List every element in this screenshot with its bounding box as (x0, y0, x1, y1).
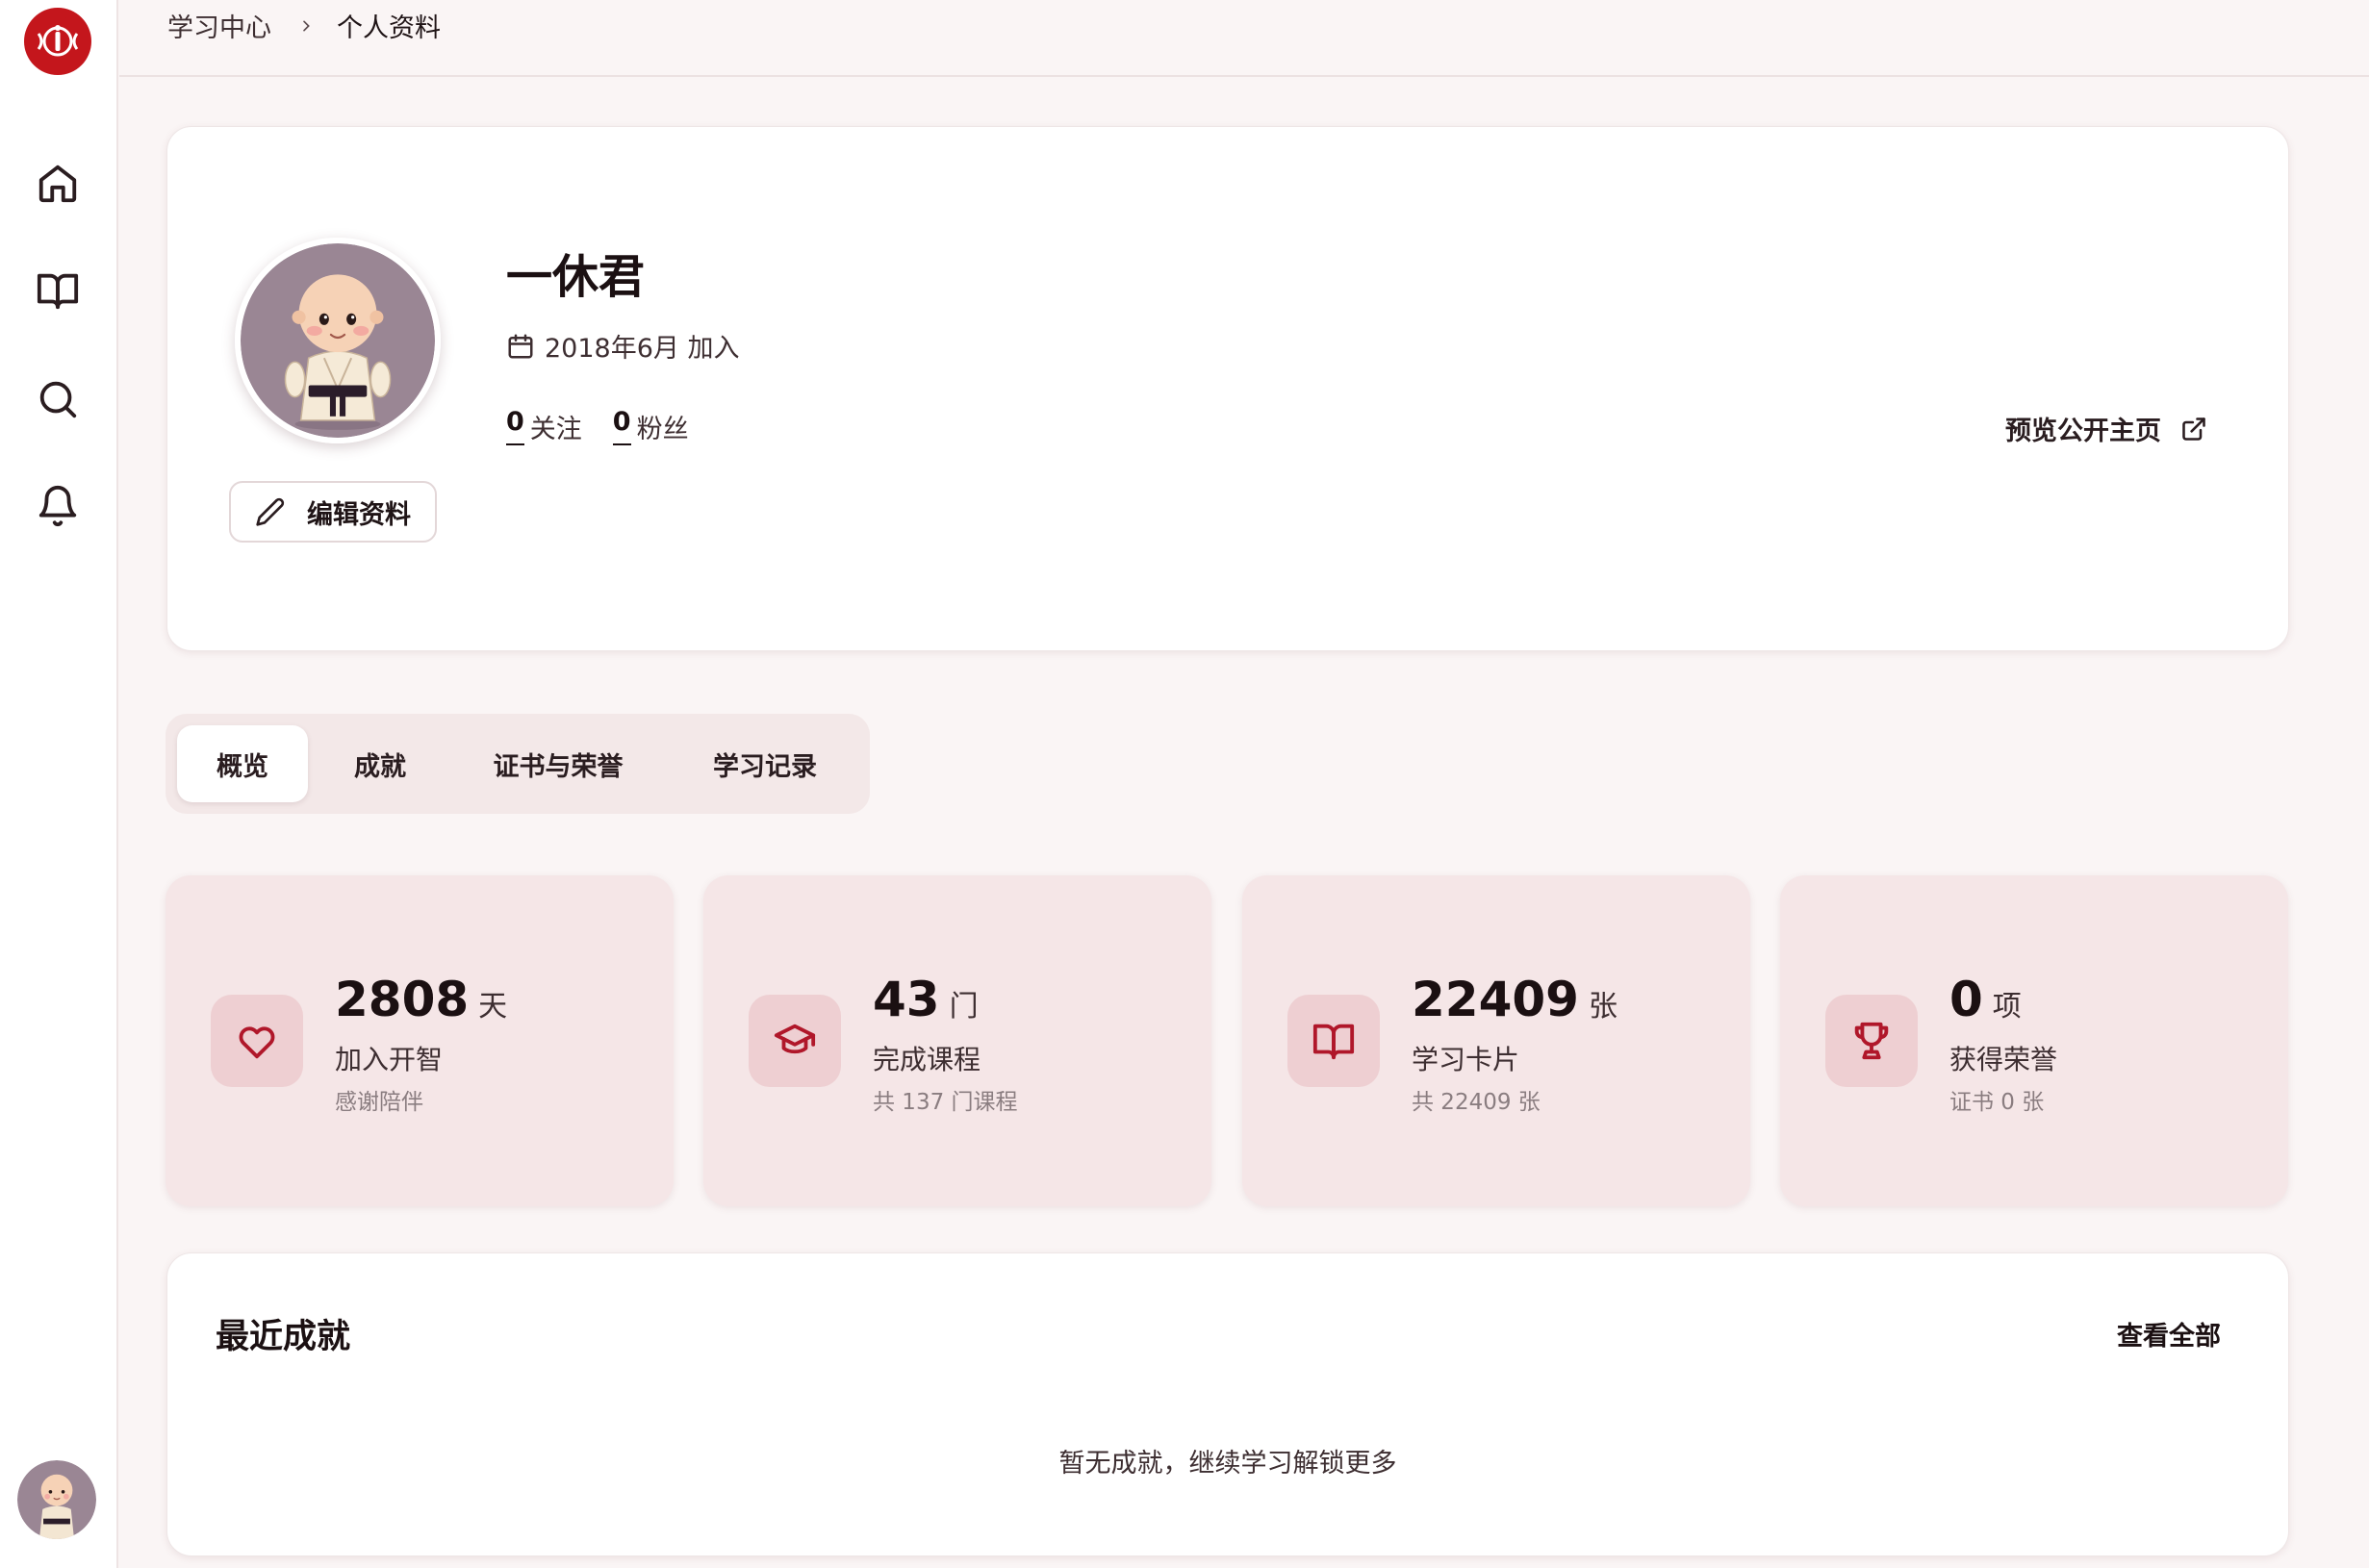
tab-certificates[interactable]: 证书与荣誉 (452, 725, 664, 802)
tab-overview[interactable]: 概览 (177, 725, 308, 802)
followers-count: 0 (612, 408, 631, 445)
following-link[interactable]: 0 关注 (506, 408, 582, 445)
stat-subtext: 共 137 门课程 (873, 1090, 1018, 1115)
edit-profile-label: 编辑资料 (307, 499, 411, 530)
profile-card: 编辑资料 一休君 2018年6月 加入 0 关注 0 粉丝 预览公开主页 (166, 126, 2289, 651)
search-icon[interactable] (27, 368, 89, 430)
profile-tabs: 概览 成就 证书与荣誉 学习记录 (166, 714, 870, 814)
top-bar: 学习中心 个人资料 (119, 0, 2369, 77)
bell-icon[interactable] (27, 475, 89, 537)
stat-value: 22409 张 (1412, 972, 1618, 1027)
following-label: 关注 (529, 415, 582, 444)
stat-card-courses: 43 门 完成课程 共 137 门课程 (703, 875, 1211, 1206)
stat-value: 43 门 (873, 972, 979, 1027)
empty-state-text: 暂无成就，继续学习解锁更多 (1058, 1449, 1397, 1479)
followers-label: 粉丝 (636, 415, 689, 444)
stat-label: 获得荣誉 (1949, 1044, 2058, 1075)
logo[interactable] (24, 8, 91, 75)
stat-subtext: 共 22409 张 (1412, 1090, 1541, 1115)
graduation-cap-icon (749, 995, 841, 1087)
stat-number: 43 (873, 972, 940, 1027)
external-link-icon (2180, 416, 2207, 443)
stat-label: 加入开智 (335, 1044, 444, 1075)
profile-avatar (235, 238, 441, 443)
user-name: 一休君 (506, 250, 646, 304)
followers-link[interactable]: 0 粉丝 (612, 408, 689, 445)
trophy-icon (1825, 995, 1918, 1087)
follow-stats: 0 关注 0 粉丝 (506, 408, 689, 445)
stat-number: 2808 (335, 972, 470, 1027)
tab-learning-records[interactable]: 学习记录 (664, 725, 866, 802)
stat-value: 0 项 (1949, 972, 2022, 1027)
chevron-right-icon (298, 18, 314, 34)
book-open-icon (1287, 995, 1380, 1087)
stat-number: 0 (1949, 972, 1983, 1027)
stat-card-honors: 0 项 获得荣誉 证书 0 张 (1780, 875, 2288, 1206)
tab-achievements[interactable]: 成就 (308, 725, 452, 802)
stat-label: 学习卡片 (1412, 1044, 1520, 1075)
home-icon[interactable] (27, 153, 89, 215)
preview-public-profile-link[interactable]: 预览公开主页 (2005, 410, 2207, 447)
stat-unit: 项 (1992, 990, 2022, 1024)
heart-icon (211, 995, 303, 1087)
stat-unit: 张 (1588, 990, 1618, 1024)
sidebar (0, 0, 118, 1568)
recent-achievements-title: 最近成就 (216, 1318, 351, 1356)
following-count: 0 (506, 408, 524, 445)
stat-subtext: 证书 0 张 (1949, 1090, 2045, 1115)
pencil-icon (255, 496, 286, 527)
book-icon[interactable] (27, 260, 89, 321)
stat-label: 完成课程 (873, 1044, 981, 1075)
breadcrumb-current: 个人资料 (337, 13, 441, 43)
edit-profile-button[interactable]: 编辑资料 (229, 481, 437, 543)
preview-label: 预览公开主页 (2005, 417, 2161, 446)
stat-card-days: 2808 天 加入开智 感谢陪伴 (166, 875, 674, 1206)
joined-date: 2018年6月 加入 (506, 327, 739, 365)
stat-unit: 天 (478, 990, 508, 1024)
stat-value: 2808 天 (335, 972, 507, 1027)
breadcrumb-root[interactable]: 学习中心 (167, 7, 271, 44)
stat-number: 22409 (1412, 972, 1579, 1027)
stat-card-cards: 22409 张 学习卡片 共 22409 张 (1242, 875, 1750, 1206)
calendar-icon (506, 332, 535, 361)
joined-text: 2018年6月 加入 (545, 334, 740, 364)
recent-achievements-card: 最近成就 查看全部 暂无成就，继续学习解锁更多 (166, 1252, 2289, 1556)
user-avatar[interactable] (17, 1460, 96, 1539)
view-all-button[interactable]: 查看全部 (2117, 1315, 2221, 1353)
stat-subtext: 感谢陪伴 (335, 1090, 423, 1115)
stat-unit: 门 (949, 990, 979, 1024)
breadcrumb: 学习中心 个人资料 (167, 7, 441, 44)
